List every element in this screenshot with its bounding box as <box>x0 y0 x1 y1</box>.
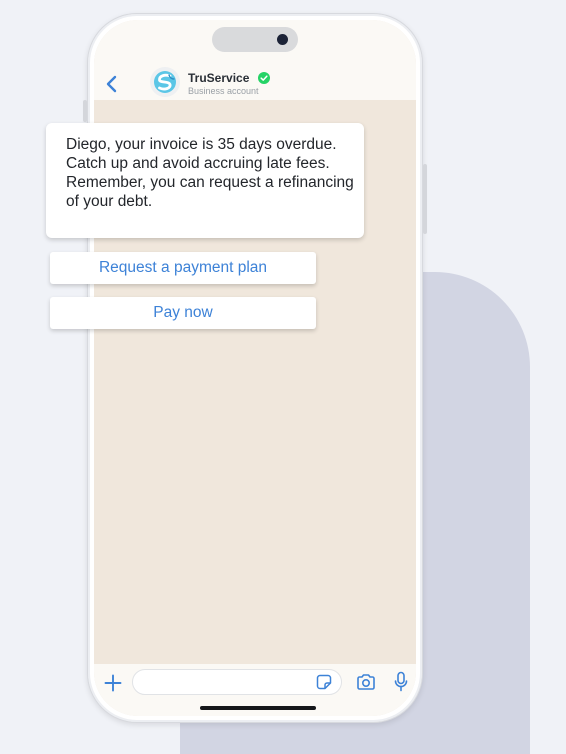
request-payment-plan-button[interactable]: Request a payment plan <box>50 252 316 284</box>
front-camera <box>277 34 288 45</box>
verified-badge <box>258 71 270 84</box>
pay-now-button[interactable]: Pay now <box>50 297 316 329</box>
phone-frame: TruService Business account <box>83 13 427 723</box>
camera-icon <box>357 674 375 690</box>
contact-name[interactable]: TruService <box>188 71 249 85</box>
chat-message-text: Diego, your invoice is 35 days overdue. … <box>66 136 354 210</box>
home-indicator <box>200 706 316 710</box>
dynamic-island <box>212 27 298 52</box>
message-composer <box>94 664 416 716</box>
truservice-logo <box>154 71 176 93</box>
microphone-button[interactable] <box>394 671 408 693</box>
contact-subtitle: Business account <box>188 86 259 96</box>
message-input[interactable] <box>132 669 342 695</box>
chevron-left-icon <box>106 75 117 93</box>
microphone-icon <box>394 671 408 692</box>
phone-side-button <box>83 100 87 122</box>
attach-button[interactable] <box>104 674 122 692</box>
verified-badge-icon <box>258 72 270 84</box>
avatar[interactable] <box>150 67 180 97</box>
sticker-icon <box>316 674 332 690</box>
camera-button[interactable] <box>356 673 376 691</box>
chat-header: TruService Business account <box>94 20 416 100</box>
sticker-button[interactable] <box>316 674 332 690</box>
plus-icon <box>104 674 122 692</box>
chat-message-bubble: Diego, your invoice is 35 days overdue. … <box>46 123 364 238</box>
back-button[interactable] <box>104 74 120 94</box>
phone-power-button <box>423 164 427 234</box>
